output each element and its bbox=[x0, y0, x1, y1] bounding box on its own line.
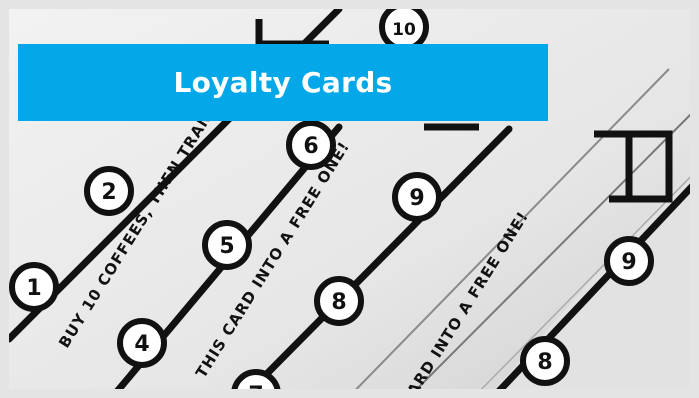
stamp-9-label: 9 bbox=[409, 186, 424, 211]
stamp-9: 9 bbox=[392, 172, 442, 222]
stamp-7: 7 bbox=[231, 369, 281, 398]
stamp-chain-5 bbox=[9, 394, 119, 398]
stamp-8: 8 bbox=[314, 276, 364, 326]
stamp-10-label: 10 bbox=[392, 20, 416, 40]
stamp-6-label: 6 bbox=[303, 134, 318, 159]
stamp-2-label: 2 bbox=[101, 180, 116, 205]
photo-frame: 1 2 4 5 6 7 8 9 10 8 9 BUY 10 COFFEES, T… bbox=[0, 0, 699, 398]
stamp-1: 1 bbox=[9, 262, 59, 312]
stamp-10: 10 bbox=[379, 9, 429, 52]
stamp-5-label: 5 bbox=[219, 234, 234, 259]
stamp-back-9: 9 bbox=[604, 236, 654, 286]
stamp-8-label: 8 bbox=[331, 290, 346, 315]
stamp-back-8-label: 8 bbox=[537, 350, 552, 375]
banner-title: Loyalty Cards bbox=[173, 66, 393, 99]
stamp-5: 5 bbox=[202, 220, 252, 270]
stamp-back-9-label: 9 bbox=[621, 250, 636, 275]
title-banner: Loyalty Cards bbox=[18, 44, 548, 121]
stamp-7-label: 7 bbox=[248, 383, 263, 398]
stamp-2: 2 bbox=[84, 166, 134, 216]
stamp-1-label: 1 bbox=[26, 276, 41, 301]
stamp-4: 4 bbox=[117, 318, 167, 368]
stamp-4-label: 4 bbox=[134, 332, 149, 357]
stamp-back-8: 8 bbox=[520, 336, 570, 386]
